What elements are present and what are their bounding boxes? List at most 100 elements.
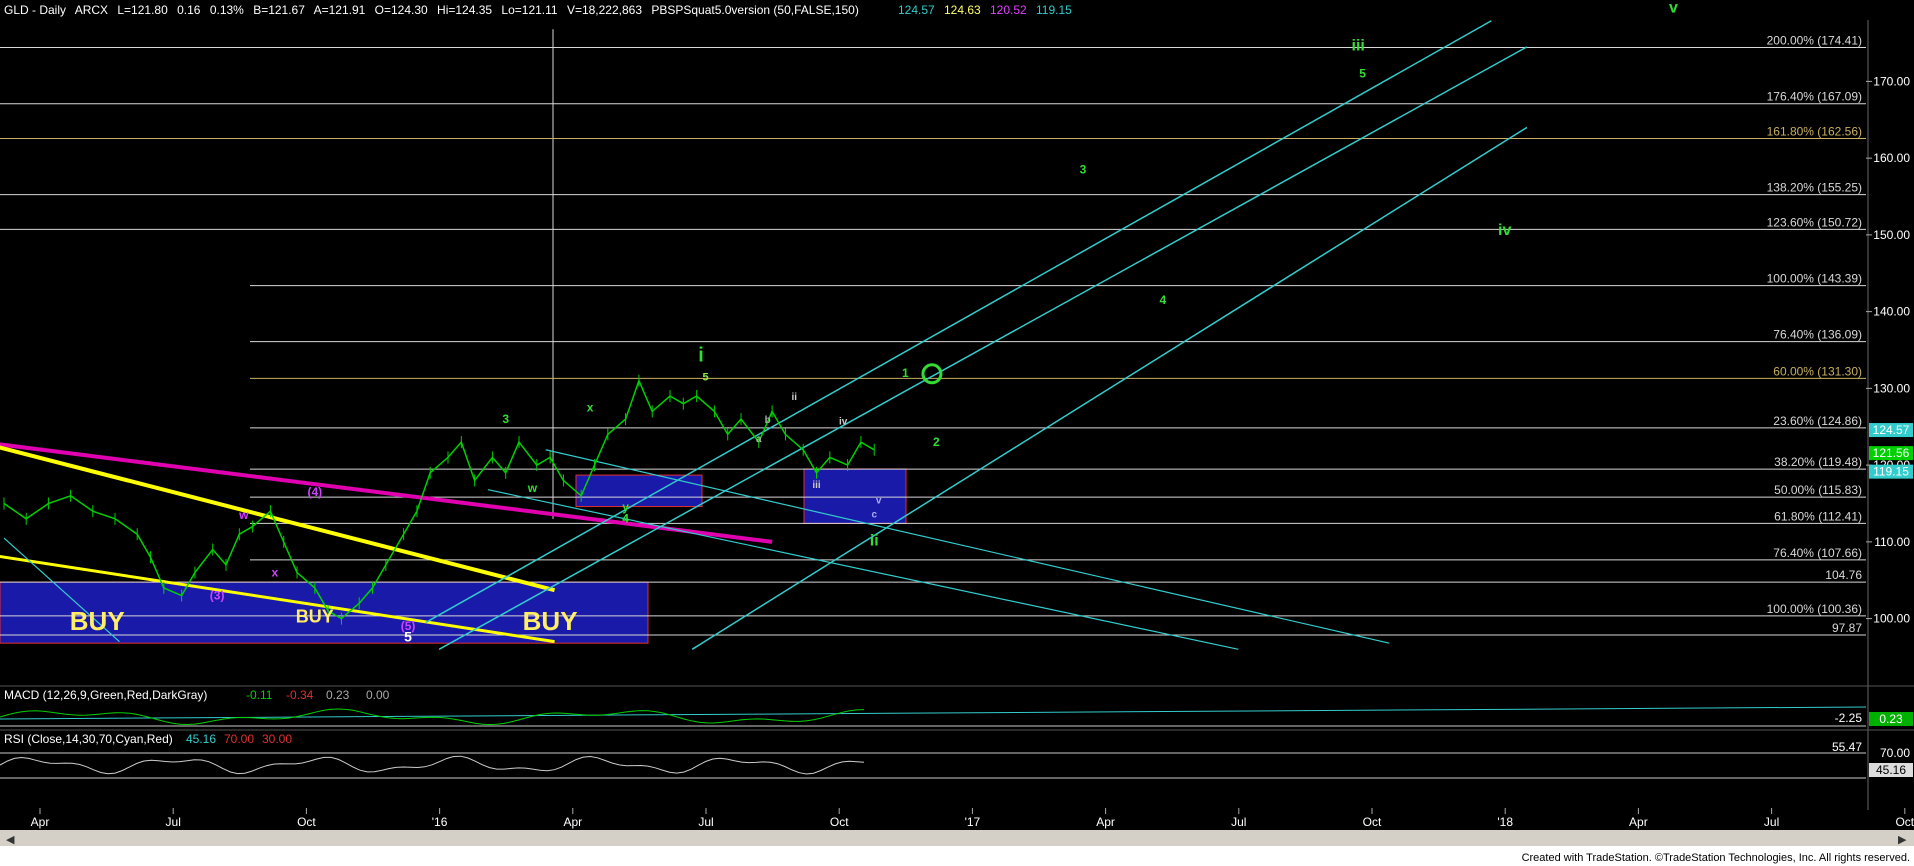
y-tick-label: 170.00 [1873,74,1910,88]
price-marker-label: 124.57 [1873,423,1910,437]
wave-label: 5 [1359,67,1366,81]
fib-level-label: 100.00% (143.39) [1767,272,1862,286]
wave-label: b [765,415,771,426]
rsi-axis-label: 45.16 [1876,763,1906,777]
header-bid: B=121.67 [253,3,305,17]
header-last: L=121.80 [117,3,168,17]
wave-label: a [756,434,762,445]
fib-level-label: 38.20% (119.48) [1774,455,1862,469]
x-tick-label: Apr [1629,815,1648,829]
price-chart: 200.00% (174.41)176.40% (167.09)161.80% … [0,0,1914,866]
macd-value: -0.34 [286,688,314,702]
x-tick-label: Apr [1096,815,1115,829]
x-tick-label: Oct [297,815,316,829]
rsi-value: 45.16 [186,732,216,746]
header-volume: V=18,222,863 [567,3,642,17]
fib-level-label: 50.00% (115.83) [1774,483,1862,497]
wave-label: w [238,508,249,522]
x-tick-label: '16 [432,815,448,829]
header-low: Lo=121.11 [501,3,557,17]
header-exchange: ARCX [75,3,108,17]
x-tick-label: Apr [563,815,582,829]
wave-label: 4 [622,512,629,526]
rsi-value: 70.00 [224,732,254,746]
x-tick-label: '18 [1497,815,1513,829]
fib-level-label: 76.40% (136.09) [1773,328,1862,342]
x-tick-label: Jul [1231,815,1246,829]
wave-label: ii [792,392,798,403]
fib-level-label: 100.00% (100.36) [1767,602,1862,616]
y-tick-label: 130.00 [1873,381,1910,395]
fib-level-label: 104.76 [1825,568,1862,582]
y-tick-label: 110.00 [1874,535,1910,549]
wave-label: 2 [933,435,940,449]
header-indicator-value: 119.15 [1036,3,1072,17]
header-ask: A=121.91 [314,3,366,17]
header-open: O=124.30 [375,3,428,17]
wave-label: w [527,481,538,495]
y-tick-label: 160.00 [1873,151,1910,165]
macd-value: -0.11 [246,688,273,702]
wave-label: BUY [70,606,125,636]
scroll-right-icon[interactable]: ▶ [1898,834,1907,846]
wave-label: iv [839,416,848,427]
fib-level-label: 161.80% (162.56) [1767,124,1862,138]
wave-label: iii [1352,38,1365,55]
wave-label: v [1669,0,1678,16]
x-tick-label: '17 [965,815,981,829]
scroll-left-icon[interactable]: ◀ [6,834,15,846]
footer-credit: Created with TradeStation. ©TradeStation… [1521,852,1910,864]
price-marker-label: 121.56 [1873,446,1910,460]
wave-label: i [698,345,704,367]
price-marker-label: 119.15 [1873,465,1909,479]
wave-label: x [587,400,594,414]
wave-label: BUY [296,606,334,626]
x-tick-label: Oct [1895,815,1914,829]
fib-level-label: 60.00% (131.30) [1773,364,1862,378]
header-change: 0.16 [177,3,201,17]
horizontal-scrollbar[interactable] [0,830,1914,846]
wave-label: BUY [523,606,578,636]
rsi-value: 30.00 [262,732,292,746]
fib-level-label: 23.60% (124.86) [1773,414,1862,428]
y-tick-label: 100.00 [1873,612,1910,626]
wave-label: 3 [502,412,509,426]
wave-label: iii [812,480,821,491]
wave-label: x [271,565,278,579]
fib-level-label: 138.20% (155.25) [1767,181,1862,195]
wave-label: ii [870,533,879,550]
wave-label: iv [1498,222,1511,239]
header-symbol: GLD - Daily [4,3,66,17]
target-zone-box [803,468,907,524]
wave-label: 5 [404,629,412,645]
header-indicator-value: 124.57 [898,3,935,17]
header-indicator-value: 120.52 [990,3,1027,17]
fib-level-label: 200.00% (174.41) [1767,34,1862,48]
wave-label: (3) [210,588,225,602]
x-tick-label: Jul [166,815,181,829]
wave-label: 1 [902,366,909,380]
wave-label: 3 [1080,162,1087,176]
fib-level-label: 97.87 [1832,621,1862,635]
x-tick-label: Jul [1764,815,1779,829]
fib-level-label: 61.80% (112.41) [1774,509,1862,523]
wave-label: 5 [702,372,708,384]
macd-value: 0.23 [326,688,350,702]
rsi-axis-label: 55.47 [1832,740,1862,754]
header-indicator-value: 124.63 [944,3,981,17]
wave-label: c [871,509,877,520]
x-tick-label: Jul [698,815,713,829]
x-tick-label: Oct [1363,815,1382,829]
macd-axis-label: -2.25 [1835,711,1863,725]
fib-level-label: 123.60% (150.72) [1767,215,1862,229]
x-tick-label: Oct [830,815,849,829]
wave-label: v [876,495,882,506]
fib-level-label: 176.40% (167.09) [1767,90,1862,104]
rsi-axis-label: 70.00 [1880,746,1910,760]
x-tick-label: Apr [31,815,50,829]
header-high: Hi=124.35 [437,3,492,17]
rsi-title: RSI (Close,14,30,70,Cyan,Red) [4,732,173,746]
fib-level-label: 76.40% (107.66) [1773,546,1862,560]
macd-value: 0.00 [366,688,390,702]
macd-title: MACD (12,26,9,Green,Red,DarkGray) [4,688,207,702]
